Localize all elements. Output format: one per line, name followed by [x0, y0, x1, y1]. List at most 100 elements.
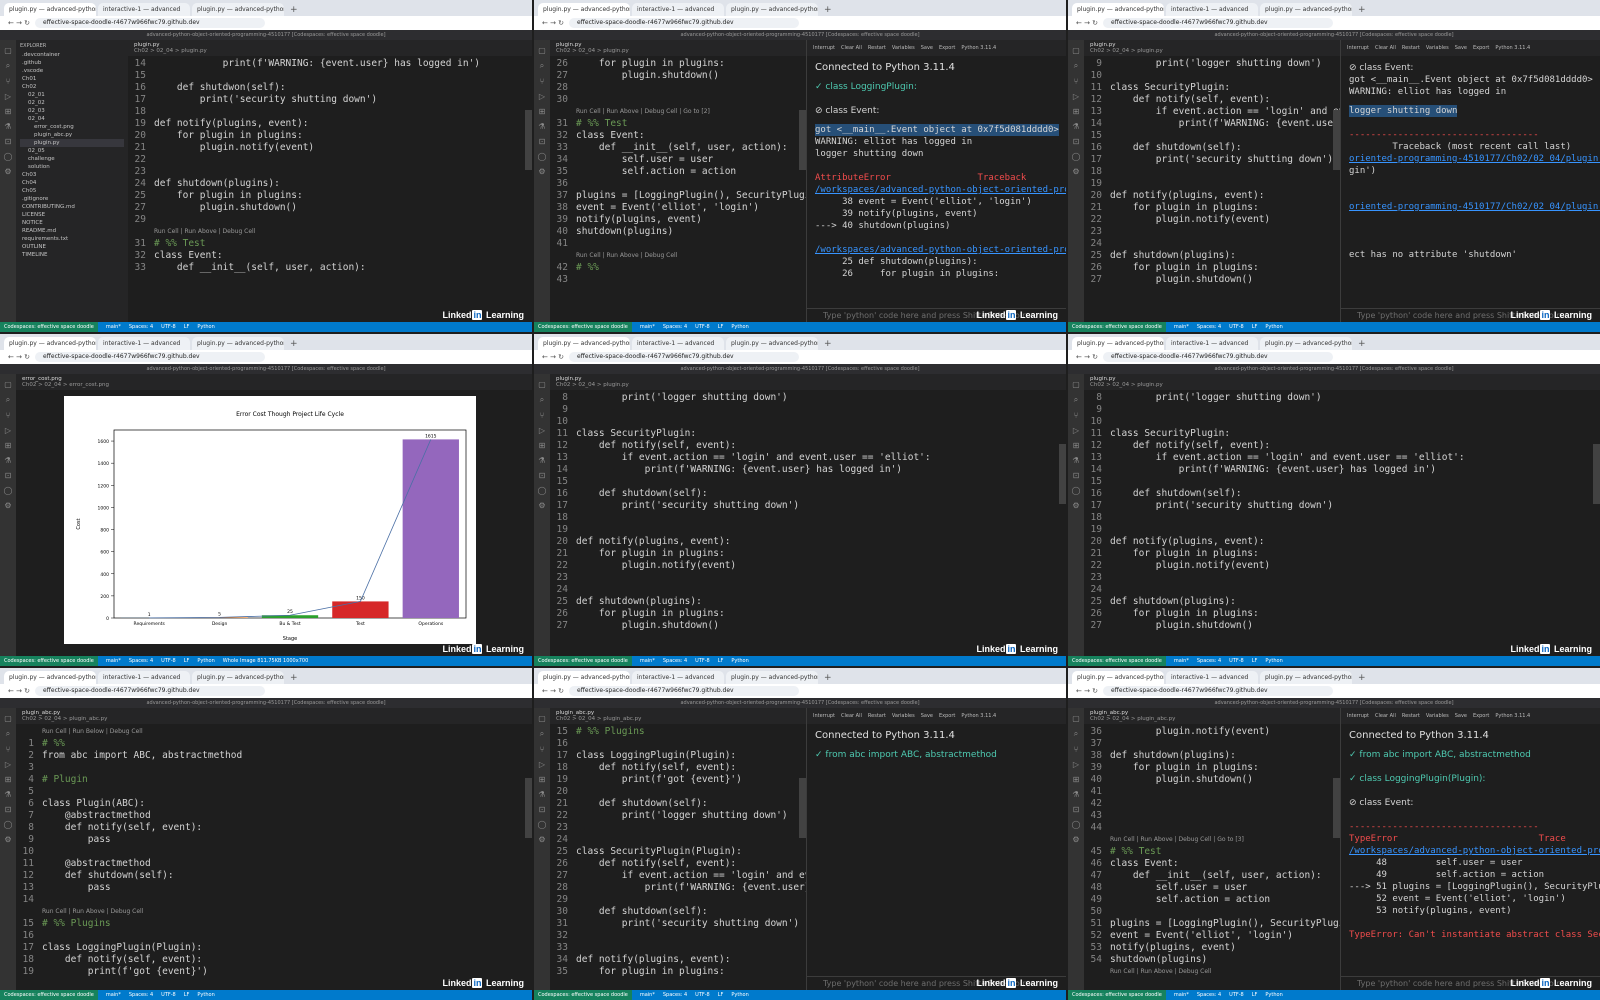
settings-icon[interactable]: ⚙	[1068, 835, 1084, 844]
status-language[interactable]: Python	[1265, 324, 1282, 330]
run-debug-icon[interactable]: ▷	[1068, 760, 1084, 769]
explorer-item[interactable]: solution	[20, 163, 124, 171]
editor-scrollbar[interactable]	[525, 778, 532, 838]
remote-icon[interactable]: ⊡	[0, 805, 16, 814]
status-spaces[interactable]: Spaces: 4	[1197, 658, 1221, 664]
toolbar-button[interactable]: Interrupt	[1347, 45, 1369, 56]
code-area[interactable]: 9 print('logger shutting down') 10 11 class…	[1084, 56, 1368, 322]
toolbar-button[interactable]: Variables	[892, 713, 915, 724]
editor-tab[interactable]: plugin.py	[1090, 376, 1594, 382]
settings-icon[interactable]: ⚙	[1068, 167, 1084, 176]
settings-icon[interactable]: ⚙	[0, 501, 16, 510]
toolbar-button[interactable]: Python 3.11.4	[1495, 713, 1530, 724]
explorer-item[interactable]: CONTRIBUTING.md	[20, 203, 124, 211]
explorer-item[interactable]: .gitignore	[20, 195, 124, 203]
account-icon[interactable]: ◯	[534, 820, 550, 829]
status-branch[interactable]: main*	[1174, 658, 1189, 664]
navigation-icons[interactable]: ← → ↻	[542, 687, 564, 695]
code-area[interactable]: 8 print('logger shutting down') 9 10 11 clas…	[1084, 390, 1600, 656]
toolbar-button[interactable]: Restart	[1402, 45, 1420, 56]
browser-tab[interactable]: plugin.py — advanced-python	[1072, 3, 1164, 16]
remote-indicator[interactable]: Codespaces: effective space doodle	[1068, 990, 1166, 1000]
testing-icon[interactable]: ⚗	[534, 122, 550, 131]
code-area[interactable]: 15 # %% Plugins 16 17 class LoggingPlugin(Pl…	[550, 724, 834, 990]
output-line[interactable]: /workspaces/advanced-python-object-orien…	[815, 244, 1066, 256]
explorer-item[interactable]: NOTICE	[20, 219, 124, 227]
code-area[interactable]: 8 print('logger shutting down') 9 10 11 clas…	[550, 390, 1066, 656]
toolbar-button[interactable]: Export	[939, 45, 955, 56]
search-icon[interactable]: ⌕	[1068, 395, 1084, 405]
settings-icon[interactable]: ⚙	[0, 835, 16, 844]
explorer-item[interactable]: plugin.py	[20, 139, 124, 147]
source-control-icon[interactable]: ⑂	[0, 745, 16, 754]
status-eol[interactable]: LF	[184, 658, 190, 664]
explorer-item[interactable]: OUTLINE	[20, 243, 124, 251]
browser-tab[interactable]: interactive-1 — advanced	[632, 671, 724, 684]
browser-tab[interactable]: interactive-1 — advanced	[98, 337, 190, 350]
status-eol[interactable]: LF	[718, 324, 724, 330]
extensions-icon[interactable]: ⊞	[534, 441, 550, 450]
files-icon[interactable]: ▢	[534, 380, 550, 389]
browser-tab[interactable]: interactive-1 — advanced	[98, 671, 190, 684]
status-spaces[interactable]: Spaces: 4	[1197, 324, 1221, 330]
extensions-icon[interactable]: ⊞	[1068, 775, 1084, 784]
source-control-icon[interactable]: ⑂	[534, 411, 550, 420]
toolbar-button[interactable]: Interrupt	[1347, 713, 1369, 724]
account-icon[interactable]: ◯	[534, 152, 550, 161]
settings-icon[interactable]: ⚙	[1068, 501, 1084, 510]
status-encoding[interactable]: UTF-8	[161, 658, 176, 664]
explorer-item[interactable]: 02_02	[20, 99, 124, 107]
status-language[interactable]: Python	[197, 324, 214, 330]
testing-icon[interactable]: ⚗	[534, 790, 550, 799]
explorer-item[interactable]: .devcontainer	[20, 51, 124, 59]
run-debug-icon[interactable]: ▷	[0, 760, 16, 769]
toolbar-button[interactable]: Restart	[868, 713, 886, 724]
toolbar-button[interactable]: Export	[1473, 713, 1489, 724]
toolbar-button[interactable]: Save	[921, 45, 933, 56]
extensions-icon[interactable]: ⊞	[0, 441, 16, 450]
code-area[interactable]: 26 for plugin in plugins: 27 plugin.shutd…	[550, 56, 834, 322]
navigation-icons[interactable]: ← → ↻	[8, 353, 30, 361]
explorer-item[interactable]: LICENSE	[20, 211, 124, 219]
testing-icon[interactable]: ⚗	[1068, 456, 1084, 465]
status-branch[interactable]: main*	[1174, 992, 1189, 998]
files-icon[interactable]: ▢	[0, 380, 16, 389]
url-field[interactable]: effective-space-doodle-r4677w966fwc79.gi…	[1103, 686, 1334, 696]
browser-tab[interactable]: plugin.py — advanced-python	[1260, 337, 1352, 350]
remote-icon[interactable]: ⊡	[1068, 805, 1084, 814]
browser-tab[interactable]: interactive-1 — advanced	[1166, 337, 1258, 350]
url-field[interactable]: effective-space-doodle-r4677w966fwc79.gi…	[35, 686, 266, 696]
browser-tab[interactable]: plugin.py — advanced-python	[192, 671, 284, 684]
output-line[interactable]: oriented-programming-4510177/Ch02/02_04/…	[1349, 153, 1600, 165]
code-area[interactable]: Run Cell | Run Below | Debug Cell 1 # %% 2 f…	[16, 724, 532, 990]
status-eol[interactable]: LF	[184, 992, 190, 998]
status-encoding[interactable]: UTF-8	[161, 324, 176, 330]
status-spaces[interactable]: Spaces: 4	[663, 992, 687, 998]
files-icon[interactable]: ▢	[534, 714, 550, 723]
source-control-icon[interactable]: ⑂	[534, 77, 550, 86]
explorer-item[interactable]: plugin_abc.py	[20, 131, 124, 139]
status-spaces[interactable]: Spaces: 4	[129, 658, 153, 664]
remote-icon[interactable]: ⊡	[534, 137, 550, 146]
explorer-item[interactable]: challenge	[20, 155, 124, 163]
browser-tab[interactable]: interactive-1 — advanced	[1166, 671, 1258, 684]
toolbar-button[interactable]: Save	[921, 713, 933, 724]
explorer-item[interactable]: 02_03	[20, 107, 124, 115]
source-control-icon[interactable]: ⑂	[1068, 745, 1084, 754]
testing-icon[interactable]: ⚗	[534, 456, 550, 465]
new-tab-button[interactable]: +	[820, 673, 836, 684]
status-spaces[interactable]: Spaces: 4	[663, 324, 687, 330]
files-icon[interactable]: ▢	[0, 714, 16, 723]
new-tab-button[interactable]: +	[1354, 5, 1370, 16]
explorer-item[interactable]: .github	[20, 59, 124, 67]
code-lens[interactable]: Run Cell | Run Below | Debug Cell	[16, 726, 532, 738]
status-encoding[interactable]: UTF-8	[1229, 324, 1244, 330]
status-eol[interactable]: LF	[184, 324, 190, 330]
remote-icon[interactable]: ⊡	[0, 137, 16, 146]
editor-tab[interactable]: plugin.py	[556, 376, 1060, 382]
status-encoding[interactable]: UTF-8	[695, 324, 710, 330]
settings-icon[interactable]: ⚙	[534, 501, 550, 510]
code-area[interactable]: 36 plugin.notify(event) 37 38 def shutdown(…	[1084, 724, 1368, 990]
search-icon[interactable]: ⌕	[534, 61, 550, 71]
code-area[interactable]: 14 print(f'WARNING: {event.user} has log…	[128, 56, 532, 322]
